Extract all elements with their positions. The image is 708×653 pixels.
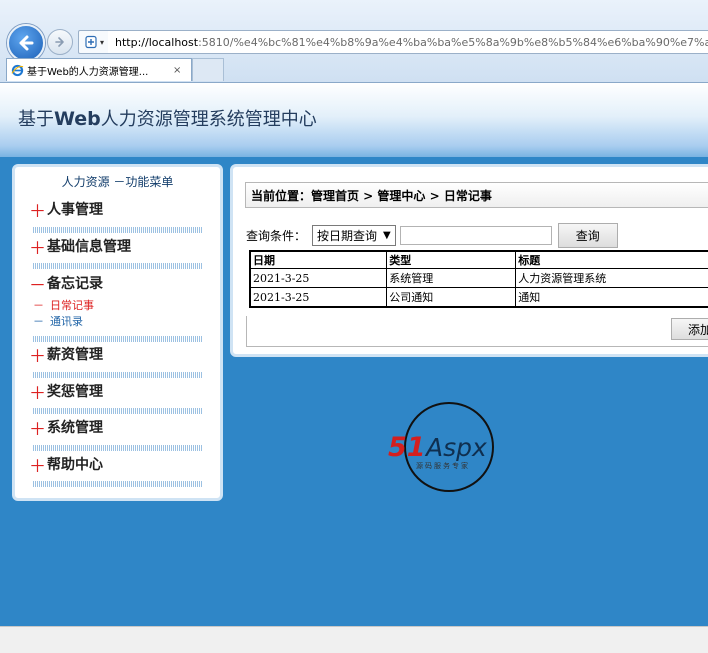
51aspx-logo: 51 Aspx 源码服务专家 [386,400,512,494]
address-bar[interactable]: http://localhost:5810/%e4%bc%81%e4%b8%9a… [108,30,708,54]
query-type-value: 按日期查询 [317,228,378,243]
sidebar-subitem-label: 日常记事 [50,299,94,312]
plus-icon: ＋ [29,238,46,259]
cell-date: 2021-3-25 [249,268,388,288]
menu-divider [33,372,203,378]
sidebar-item-label: 人事管理 [47,202,103,218]
breadcrumb-bar: 当前位置：管理首页 > 管理中心 > 日常记事 [245,182,708,208]
title-web: Web [54,108,101,130]
column-header-date: 日期 [249,250,388,269]
table-row[interactable]: 2021-3-25 系统管理 人力资源管理系统 [249,268,708,288]
new-tab-button[interactable] [192,58,224,81]
forward-button[interactable] [47,29,73,55]
plus-icon: ＋ [29,383,46,404]
sidebar-item-label: 奖惩管理 [47,384,103,400]
menu-divider [33,445,203,451]
cell-type: 公司通知 [386,287,517,308]
sidebar-item-system[interactable]: ＋系统管理 [29,417,209,440]
menu-divider [33,336,203,342]
menu-divider [33,227,203,233]
sidebar-item-label: 系统管理 [47,420,103,436]
sidebar-item-basic-info[interactable]: ＋基础信息管理 [29,236,209,259]
back-button[interactable] [7,24,45,62]
plus-icon: ＋ [29,456,46,477]
sidebar-subitem-label: 通讯录 [50,315,83,328]
ie-logo-icon [11,64,24,76]
tab-title: 基于Web的人力资源管理... [27,66,149,78]
logo-51: 51 [388,432,426,463]
plus-icon: ＋ [29,419,46,440]
minus-icon: － [29,275,46,296]
column-header-type: 类型 [386,250,517,269]
content-panel: 当前位置：管理首页 > 管理中心 > 日常记事 查询条件： 按日期查询 ▼ 查询 … [230,164,708,357]
query-type-select[interactable]: 按日期查询 ▼ [312,224,396,246]
cell-type: 系统管理 [386,268,517,288]
sidebar-item-label: 基础信息管理 [47,239,131,255]
browser-tab[interactable]: 基于Web的人力资源管理... × [6,58,192,81]
chevron-down-icon: ▼ [383,229,391,241]
sidebar-item-memo[interactable]: －备忘记录 －日常记事 －通讯录 [29,273,209,329]
dash-icon: － [33,315,44,328]
cell-title: 通知 [515,287,708,308]
query-button[interactable]: 查询 [557,222,618,248]
sidebar-subitem-contacts[interactable]: － 通讯录 [33,313,209,329]
plus-icon: ＋ [29,346,46,367]
sidebar-item-personnel[interactable]: ＋人事管理 [29,199,209,222]
menu-divider [33,263,203,269]
address-url: http://localhost:5810/%e4%bc%81%e4%b8%9a… [115,36,708,49]
sidebar-title: 人力资源 －功能菜单 [61,175,174,189]
logo-graphic: 51 Aspx 源码服务专家 [388,402,494,492]
sidebar: 人力资源 －功能菜单 ＋人事管理 ＋基础信息管理 －备忘记录 －日常记事 －通讯… [12,164,223,501]
title-suffix: 人力资源管理系统管理中心 [100,109,317,130]
title-prefix: 基于 [18,109,54,130]
table-row[interactable]: 2021-3-25 公司通知 通知 [249,287,708,308]
menu-divider [33,481,203,487]
dash-icon: － [33,299,44,312]
add-button[interactable]: 添加 [671,318,708,340]
table-footer [246,316,708,347]
query-input[interactable] [399,225,552,245]
page-title: 基于Web人力资源管理系统管理中心 [18,105,317,131]
query-row: 查询条件： 按日期查询 ▼ 查询 [246,222,618,248]
arrow-right-icon [55,37,64,47]
sidebar-subitem-daily-notes[interactable]: － 日常记事 [33,297,209,313]
plus-icon: ＋ [29,201,46,222]
logo-aspx: Aspx [424,433,487,462]
sidebar-item-label: 帮助中心 [47,457,103,473]
status-bar [0,626,708,653]
sidebar-item-label: 备忘记录 [47,276,103,292]
sidebar-item-label: 薪资管理 [47,347,103,363]
cell-date: 2021-3-25 [249,287,388,308]
menu-divider [33,408,203,414]
column-header-title: 标题 [515,250,708,269]
app-header: 基于Web人力资源管理系统管理中心 [0,83,708,157]
query-label: 查询条件： [246,228,307,243]
address-path: :5810/%e4%bc%81%e4%b8%9a%e4%ba%ba%e5%8a%… [198,35,708,49]
shield-page-icon [85,35,97,49]
cell-title: 人力资源管理系统 [515,268,708,288]
close-icon[interactable]: × [173,65,181,76]
logo-tagline: 源码服务专家 [416,461,470,470]
table-header-row: 日期 类型 标题 [249,250,708,269]
arrow-left-icon [19,35,34,51]
address-host: http://localhost [115,35,199,49]
browser-chrome: ▾ http://localhost:5810/%e4%bc%81%e4%b8%… [0,0,708,83]
chevron-down-icon: ▾ [99,37,104,47]
records-table: 日期 类型 标题 2021-3-25 系统管理 人力资源管理系统 2021-3-… [249,250,708,308]
sidebar-item-help[interactable]: ＋帮助中心 [29,454,209,477]
sidebar-item-salary[interactable]: ＋薪资管理 [29,344,209,367]
site-info-button[interactable]: ▾ [78,30,110,54]
sidebar-item-rewards[interactable]: ＋奖惩管理 [29,381,209,404]
breadcrumb: 当前位置：管理首页 > 管理中心 > 日常记事 [251,188,492,203]
